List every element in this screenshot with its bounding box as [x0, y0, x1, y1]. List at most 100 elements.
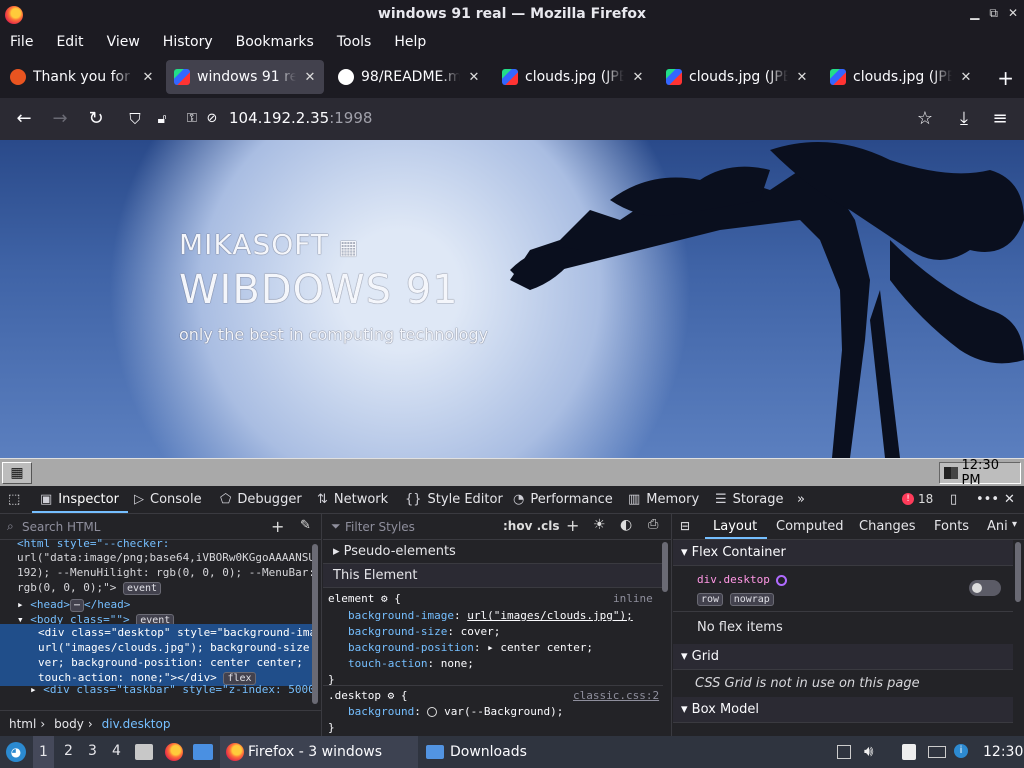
- more-tools-icon[interactable]: »: [797, 492, 805, 507]
- network-tray-icon[interactable]: [928, 746, 946, 758]
- selected-node[interactable]: <div class="desktop" style="background-i…: [0, 624, 316, 686]
- hov-cls-toggle[interactable]: :hov .cls: [503, 519, 560, 533]
- tab-console[interactable]: ▷ Console: [134, 492, 202, 507]
- gear-icon[interactable]: ⚙: [388, 689, 395, 702]
- clipboard-icon[interactable]: [902, 744, 916, 760]
- html-taskbar-node[interactable]: ▸ <div class="taskbar" style="z-index: 5…: [30, 682, 321, 697]
- workspace-2[interactable]: 2: [64, 743, 73, 759]
- tab-network[interactable]: ⇅ Network: [317, 492, 388, 507]
- back-icon[interactable]: ←: [13, 108, 35, 130]
- shield-icon[interactable]: ⛉: [124, 108, 146, 130]
- workspace-3[interactable]: 3: [88, 743, 97, 759]
- tab-layout[interactable]: Layout: [713, 519, 757, 534]
- css-declaration[interactable]: background-image: url("images/clouds.jpg…: [348, 609, 633, 622]
- task-firefox[interactable]: Firefox - 3 windows: [220, 736, 418, 768]
- add-rule-icon[interactable]: +: [566, 516, 579, 535]
- permissions-icon[interactable]: ⚿: [181, 108, 203, 130]
- hamburger-menu-icon[interactable]: ≡: [989, 108, 1011, 130]
- dark-theme-icon[interactable]: ◐: [620, 517, 632, 533]
- tab-fonts[interactable]: Fonts: [934, 519, 969, 534]
- menu-tools[interactable]: Tools: [337, 34, 372, 50]
- box-model-header[interactable]: ▾ Box Model: [673, 697, 1013, 723]
- pseudo-elements-header[interactable]: ▸ Pseudo-elements: [323, 540, 663, 564]
- css-filter-input[interactable]: Filter Styles: [345, 520, 415, 534]
- add-node-icon[interactable]: +: [271, 517, 284, 536]
- css-declaration[interactable]: background: var(--Background);: [348, 705, 563, 718]
- menu-history[interactable]: History: [163, 34, 213, 50]
- grid-header[interactable]: ▾ Grid: [673, 644, 1013, 670]
- devtools-close-icon[interactable]: ✕: [1004, 492, 1015, 507]
- page-viewport[interactable]: MIKASOFT ▦ WIBDOWS 91 only the best in c…: [0, 140, 1024, 458]
- flexbox-highlight-toggle[interactable]: [969, 580, 1001, 596]
- tab-computed[interactable]: Computed: [776, 519, 844, 534]
- file-manager-launcher-icon[interactable]: [135, 744, 153, 760]
- breadcrumb-body[interactable]: body: [54, 717, 84, 731]
- task-downloads[interactable]: Downloads: [420, 736, 620, 768]
- tab-animations[interactable]: Ani: [987, 519, 1008, 534]
- ellipsis-badge[interactable]: ⋯: [70, 599, 85, 612]
- menu-bookmarks[interactable]: Bookmarks: [236, 34, 314, 50]
- html-scrollbar[interactable]: [312, 544, 318, 704]
- css-declaration[interactable]: background-position: ▸ center center;: [348, 641, 593, 654]
- tab-storage[interactable]: ☰ Storage: [715, 492, 784, 507]
- tab-debugger[interactable]: ⬠ Debugger: [220, 492, 302, 507]
- firefox-launcher-icon[interactable]: [165, 743, 183, 761]
- eyedropper-icon[interactable]: ✎: [300, 518, 311, 533]
- url-bar[interactable]: 104.192.2.35:1998: [229, 109, 372, 127]
- light-theme-icon[interactable]: ☀: [593, 517, 606, 533]
- os-clock[interactable]: 12:30: [983, 744, 1023, 760]
- css-declaration[interactable]: touch-action: none;: [348, 657, 474, 670]
- html-line[interactable]: 192); --MenuHilight: rgb(0, 0, 0); --Men…: [17, 565, 321, 580]
- workspace-4[interactable]: 4: [112, 743, 121, 759]
- bookmark-star-icon[interactable]: ☆: [914, 108, 936, 130]
- gear-icon[interactable]: ⚙: [381, 592, 388, 605]
- tab-clouds-1[interactable]: clouds.jpg (JPEG ✕: [494, 60, 652, 94]
- new-tab-icon[interactable]: +: [997, 66, 1014, 90]
- html-line[interactable]: url("data:image/png;base64,iVBORw0KGgoAA…: [17, 550, 321, 565]
- tab-windows-91[interactable]: windows 91 real ✕: [166, 60, 324, 94]
- breadcrumb-html[interactable]: html: [9, 717, 36, 731]
- workspace-1[interactable]: 1: [33, 736, 54, 768]
- tab-thank-you[interactable]: Thank you for d ✕: [2, 60, 162, 94]
- css-scrollbar[interactable]: [662, 542, 668, 592]
- devtools-menu-icon[interactable]: •••: [976, 492, 999, 507]
- responsive-design-icon[interactable]: ▯: [950, 492, 957, 507]
- html-line[interactable]: rgb(0, 0, 0);"> event: [17, 580, 321, 595]
- lock-insecure-icon[interactable]: 🔓︎: [151, 108, 173, 130]
- element-picker-icon[interactable]: ⬚: [8, 492, 20, 507]
- tab-style-editor[interactable]: {} Style Editor: [405, 492, 503, 507]
- desktop-rule-selector[interactable]: .desktop ⚙ {: [328, 689, 407, 702]
- menu-help[interactable]: Help: [394, 34, 426, 50]
- close-icon[interactable]: ✕: [1008, 6, 1018, 21]
- layout-scrollbar[interactable]: [1015, 542, 1021, 602]
- event-badge[interactable]: event: [122, 582, 162, 595]
- flex-element-link[interactable]: div.desktop: [697, 573, 788, 586]
- html-line[interactable]: <html style="--checker:: [17, 536, 321, 551]
- tab-close-icon[interactable]: ✕: [302, 70, 318, 85]
- tab-clouds-2[interactable]: clouds.jpg (JPEG ✕: [658, 60, 816, 94]
- tab-close-icon[interactable]: ✕: [630, 70, 646, 85]
- restore-icon[interactable]: ⧉: [989, 6, 998, 21]
- tab-close-icon[interactable]: ✕: [794, 70, 810, 85]
- menu-edit[interactable]: Edit: [56, 34, 83, 50]
- css-declaration[interactable]: background-size: cover;: [348, 625, 500, 638]
- error-count-badge[interactable]: ! 18: [902, 492, 933, 506]
- breadcrumb-div-desktop[interactable]: div.desktop: [102, 717, 171, 731]
- menu-file[interactable]: File: [10, 34, 33, 50]
- tray-window-icon[interactable]: [837, 745, 851, 759]
- stylesheet-source-link[interactable]: classic.css:2: [573, 689, 659, 702]
- app-menu-icon[interactable]: ◕: [6, 742, 26, 762]
- window-launcher-icon[interactable]: [193, 744, 213, 760]
- notification-icon[interactable]: i: [954, 744, 968, 758]
- tab-clouds-3[interactable]: clouds.jpg (JPEG ✕: [822, 60, 980, 94]
- tab-close-icon[interactable]: ✕: [958, 70, 974, 85]
- print-media-icon[interactable]: ⎙: [648, 517, 658, 532]
- minimize-icon[interactable]: ▁: [970, 6, 979, 21]
- html-head-node[interactable]: ▸ <head> ⋯ </head>: [17, 597, 321, 612]
- reload-icon[interactable]: ↻: [85, 108, 107, 130]
- tab-readme[interactable]: 98/README.md ✕: [330, 60, 488, 94]
- tab-performance[interactable]: ◔ Performance: [513, 492, 613, 507]
- tab-close-icon[interactable]: ✕: [140, 70, 156, 85]
- w91-start-button[interactable]: ▦: [2, 462, 32, 484]
- tab-changes[interactable]: Changes: [859, 519, 916, 534]
